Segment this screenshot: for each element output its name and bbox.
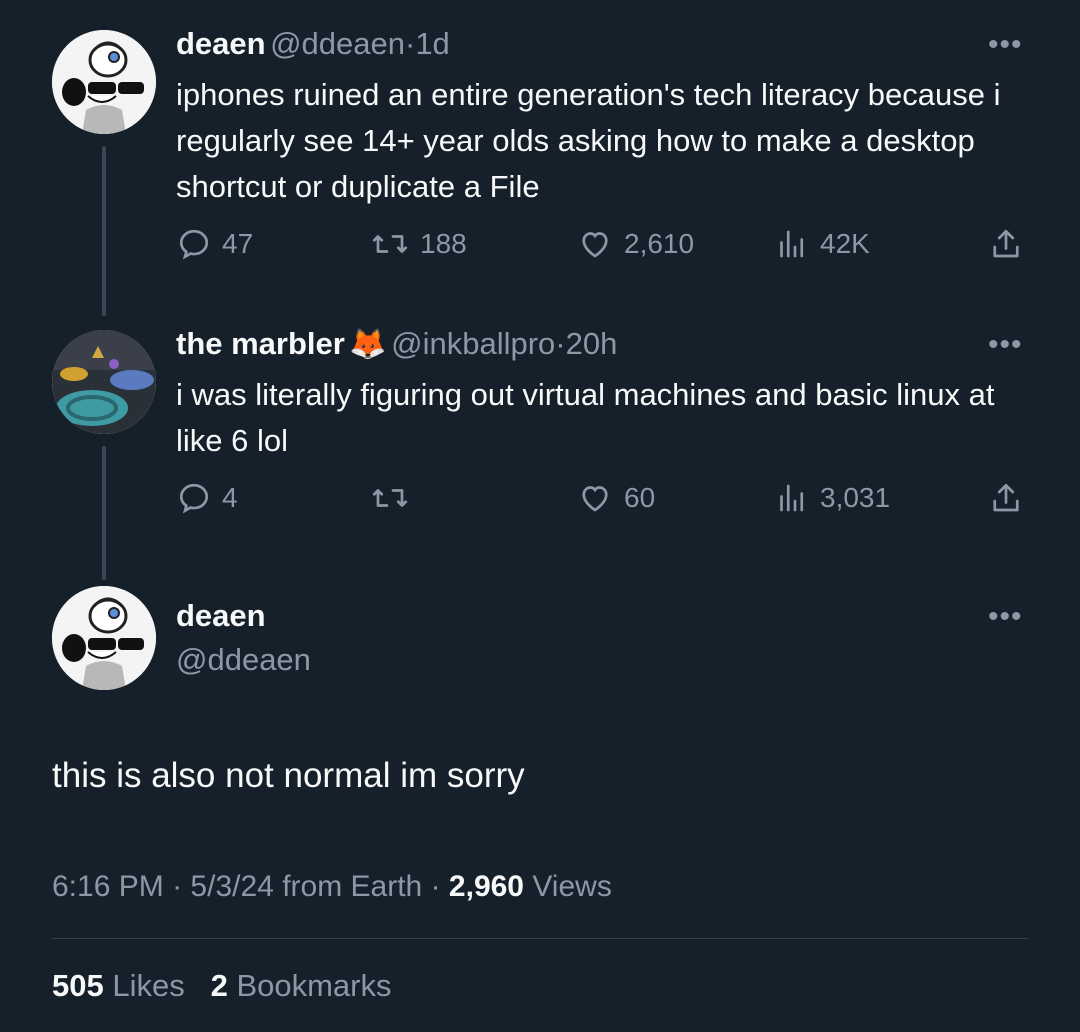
more-options-icon[interactable]: •••: [988, 28, 1023, 62]
thread-line: [102, 446, 106, 580]
divider: [52, 938, 1028, 939]
share-button[interactable]: [988, 226, 1024, 262]
share-button[interactable]: [988, 480, 1024, 516]
likes-stat[interactable]: 505 Likes: [52, 968, 185, 1003]
more-options-icon[interactable]: •••: [988, 600, 1023, 634]
post-time[interactable]: 6:16 PM: [52, 870, 164, 903]
avatar-cartoon-icon: [52, 586, 156, 690]
thread-line: [102, 146, 106, 316]
display-name[interactable]: deaen: [176, 598, 266, 634]
bookmarks-count: 2: [210, 968, 228, 1003]
views-label: Views: [532, 870, 612, 903]
reply-count: 4: [222, 482, 238, 513]
views-button[interactable]: 3,031: [774, 480, 890, 516]
retweet-button[interactable]: 188: [370, 226, 467, 262]
like-count: 2,610: [624, 228, 695, 259]
heart-icon: [582, 486, 608, 512]
handle[interactable]: @ddeaen: [176, 642, 311, 678]
handle[interactable]: @ddeaen: [270, 26, 405, 61]
avatar-cartoon-icon: [52, 30, 156, 134]
separator: ·: [404, 26, 416, 61]
avatar[interactable]: [52, 30, 156, 134]
bookmarks-label: Bookmarks: [236, 968, 392, 1003]
tweet-text: iphones ruined an entire generation's te…: [176, 77, 1001, 204]
heart-icon: [582, 232, 608, 258]
main-tweet-text: this is also not normal im sorry: [52, 756, 525, 795]
avatar-game-icon: [52, 330, 156, 434]
views-count: 3,031: [820, 482, 891, 513]
analytics-icon: [780, 484, 804, 512]
analytics-icon: [780, 230, 804, 258]
post-date[interactable]: 5/3/24: [190, 870, 273, 903]
tweet-text: i was literally figuring out virtual mac…: [176, 377, 995, 458]
retweet-icon: [372, 489, 408, 507]
separator: ·: [555, 326, 566, 361]
like-button[interactable]: 60: [576, 480, 655, 516]
separator: ·: [172, 870, 183, 903]
tweet-header: deaen @ddeaen·1d: [176, 26, 450, 62]
reply-button[interactable]: 47: [176, 226, 253, 262]
handle[interactable]: @inkballpro: [391, 326, 555, 361]
reply-button[interactable]: 4: [176, 480, 238, 516]
separator: ·: [430, 870, 441, 903]
more-options-icon[interactable]: •••: [988, 328, 1023, 362]
views-count: 42K: [820, 228, 870, 259]
timestamp[interactable]: 1d: [415, 26, 449, 61]
views-button[interactable]: 42K: [774, 226, 870, 262]
likes-count: 505: [52, 968, 104, 1003]
timestamp[interactable]: 20h: [566, 326, 618, 361]
tweet-header: the marbler 🦊 @inkballpro·20h: [176, 326, 617, 362]
avatar[interactable]: [52, 586, 156, 690]
post-source: from Earth: [282, 870, 423, 903]
display-name[interactable]: the marbler: [176, 326, 345, 361]
retweet-button[interactable]: [370, 480, 420, 516]
engagement-stats: 505 Likes 2 Bookmarks: [52, 968, 392, 1004]
reply-count: 47: [222, 228, 254, 259]
bookmarks-stat[interactable]: 2 Bookmarks: [211, 968, 392, 1003]
like-button[interactable]: 2,610: [576, 226, 694, 262]
avatar[interactable]: [52, 330, 156, 434]
retweet-count: 188: [420, 228, 467, 259]
tweet-meta: 6:16 PM · 5/3/24 from Earth · 2,960 View…: [52, 870, 612, 904]
views-count: 2,960: [448, 870, 524, 903]
display-name[interactable]: deaen: [176, 26, 266, 61]
retweet-icon: [372, 235, 408, 253]
share-icon: [993, 483, 1019, 512]
reply-icon: [179, 483, 209, 514]
fox-emoji: 🦊: [349, 328, 387, 361]
share-icon: [993, 229, 1019, 258]
likes-label: Likes: [112, 968, 185, 1003]
like-count: 60: [624, 482, 656, 513]
reply-icon: [179, 229, 209, 260]
